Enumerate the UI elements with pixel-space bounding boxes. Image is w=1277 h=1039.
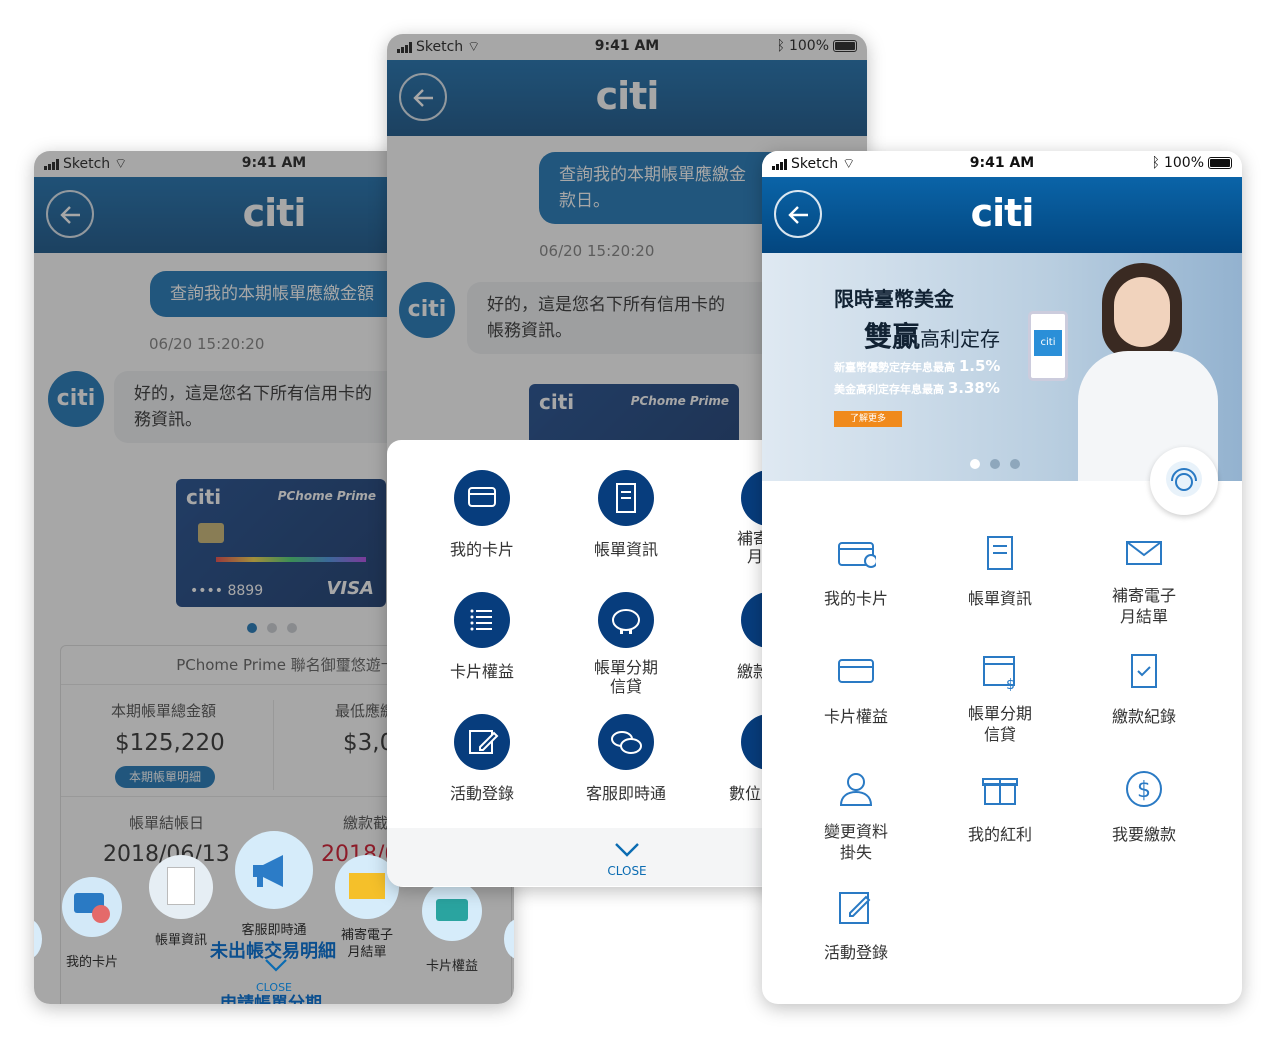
grid-item-my-card[interactable]: 我的卡片	[796, 533, 916, 609]
carousel-label-multiline: 補寄電子 月結單	[340, 928, 393, 960]
grid-item-label: 我要繳款	[1111, 825, 1176, 844]
grid-item-make-payment[interactable]: $ 我要繳款	[1084, 769, 1204, 845]
pager-dot[interactable]	[970, 459, 980, 469]
document-icon	[598, 470, 654, 526]
installment-link[interactable]: 申請帳單分期	[220, 989, 322, 1004]
menu-item-label: 客服即時通	[585, 784, 666, 803]
banner-rest-text: 高利定存	[920, 327, 1001, 351]
grid-item-installment[interactable]: $ 帳單分期 信貸	[940, 651, 1060, 745]
menu-item-live-chat[interactable]: 客服即時通	[571, 714, 681, 804]
receipt-check-icon	[1131, 654, 1157, 688]
right-phone-screen: Sketch ⌔ 9:41 AM ᛒ 100% citi 限時臺幣美金 雙贏高利定存…	[762, 151, 1242, 1004]
carousel-label: 帳單資訊	[154, 933, 207, 948]
grid-item-label: 變更資料	[823, 822, 888, 841]
carousel-label: 客服即時通	[241, 923, 307, 938]
chevron-down-icon[interactable]	[264, 957, 287, 977]
menu-item-label: 數位	[729, 784, 762, 803]
grid-item-bill-info[interactable]: 帳單資訊	[940, 533, 1060, 609]
banner-pager	[970, 459, 1020, 469]
chat-bubbles-icon	[598, 714, 654, 770]
menu-item-label-line2: 信貸	[609, 677, 642, 696]
pager-dot[interactable]	[1010, 459, 1020, 469]
usd-rate-label: 美金高利定存年息最高	[834, 383, 944, 396]
grid-item-rewards[interactable]: 我的紅利	[940, 769, 1060, 845]
status-bar: Sketch ⌔ 9:41 AM ᛒ 100%	[762, 151, 1242, 177]
card-benefits-icon	[838, 659, 874, 683]
svg-text:$: $	[1006, 677, 1015, 691]
grid-item-resend-statement[interactable]: 補寄電子 月結單	[1084, 533, 1204, 627]
grid-item-label-line2: 信貸	[983, 725, 1016, 744]
menu-item-bill-info[interactable]: 帳單資訊	[571, 470, 681, 560]
menu-item-event-registration[interactable]: 活動登錄	[427, 714, 537, 804]
banner-twd-rate: 新臺幣優勢定存年息最高 1.5%	[834, 357, 1000, 375]
carousel-label: 卡片權益	[425, 959, 478, 974]
menu-item-card-benefits[interactable]: 卡片權益	[427, 592, 537, 682]
headset-agent-icon	[1166, 461, 1202, 497]
citi-logo: citi	[762, 191, 1242, 235]
grid-item-label-line2: 掛失	[839, 843, 872, 862]
customer-service-button[interactable]	[1150, 447, 1218, 515]
banner-big-text: 雙贏	[864, 320, 921, 353]
gift-icon	[982, 778, 1018, 805]
twd-rate-label: 新臺幣優勢定存年息最高	[834, 361, 955, 374]
card-benefits-icon	[422, 881, 482, 941]
app-header: citi	[762, 177, 1242, 253]
function-grid: 我的卡片 帳單資訊 補寄電子 月結單 卡片權益 $ 帳單分期 信貸 繳款紀錄 變…	[762, 521, 1242, 1001]
pager-dot[interactable]	[990, 459, 1000, 469]
menu-item-label: 卡片權益	[449, 662, 514, 681]
grid-item-update-profile[interactable]: 變更資料 掛失	[796, 769, 916, 863]
grid-item-label: 我的卡片	[823, 589, 888, 608]
dollar-coin-icon: $	[1126, 771, 1162, 807]
menu-item-label: 我的卡片	[449, 540, 514, 559]
carousel-label: 我的卡片	[65, 955, 118, 970]
piggy-bank-icon	[598, 592, 654, 648]
banner-subheadline: 雙贏高利定存	[864, 315, 1000, 355]
menu-item-label: 帳單資訊	[593, 540, 658, 559]
user-icon	[839, 773, 873, 806]
edit-icon	[839, 892, 871, 924]
carousel-item-card-benefits[interactable]: 卡片權益	[420, 881, 484, 974]
document-icon	[987, 536, 1013, 570]
svg-text:$: $	[1137, 778, 1151, 803]
grid-item-label: 帳單資訊	[967, 589, 1032, 608]
grid-item-label: 帳單分期	[967, 704, 1032, 723]
carousel-item-my-card[interactable]: 我的卡片	[60, 877, 124, 970]
menu-item-label: 活動登錄	[449, 784, 514, 803]
usd-rate-value: 3.38%	[947, 379, 1000, 397]
menu-item-label: 帳單分期	[593, 658, 658, 677]
bluetooth-icon: ᛒ	[1151, 155, 1160, 171]
carousel-item-live-chat[interactable]: 客服即時通	[232, 831, 316, 938]
grid-item-label: 卡片權益	[823, 707, 888, 726]
my-card-icon	[62, 877, 122, 937]
bill-info-icon	[149, 855, 213, 919]
battery-label: 100%	[1163, 155, 1204, 171]
grid-item-payment-record[interactable]: 繳款紀錄	[1084, 651, 1204, 727]
twd-rate-value: 1.5%	[958, 357, 1001, 375]
carousel-item-bill-info[interactable]: 帳單資訊	[146, 855, 216, 948]
grid-item-label: 繳款紀錄	[1111, 707, 1176, 726]
chevron-down-icon	[615, 843, 639, 857]
grid-item-label: 活動登錄	[823, 943, 888, 962]
envelope-icon	[1126, 541, 1162, 565]
logo-text: citi	[970, 191, 1035, 235]
card-icon	[838, 542, 878, 568]
banner-usd-rate: 美金高利定存年息最高 3.38%	[834, 379, 1000, 397]
grid-item-label: 補寄電子	[1111, 586, 1176, 605]
edit-icon	[454, 714, 510, 770]
calendar-dollar-icon: $	[983, 656, 1015, 693]
menu-item-installment[interactable]: 帳單分期 信貸	[571, 592, 681, 696]
megaphone-icon	[235, 831, 313, 909]
grid-item-label-line2: 月結單	[1119, 607, 1168, 626]
grid-item-event-registration[interactable]: 活動登錄	[796, 887, 916, 963]
list-icon	[454, 592, 510, 648]
card-icon	[454, 470, 510, 526]
menu-item-my-card[interactable]: 我的卡片	[427, 470, 537, 560]
grid-item-card-benefits[interactable]: 卡片權益	[796, 651, 916, 727]
banner-headline: 限時臺幣美金	[834, 287, 954, 311]
grid-item-label: 我的紅利	[967, 825, 1032, 844]
battery-icon	[1208, 157, 1232, 169]
banner-learn-more-button[interactable]: 了解更多	[834, 411, 902, 427]
